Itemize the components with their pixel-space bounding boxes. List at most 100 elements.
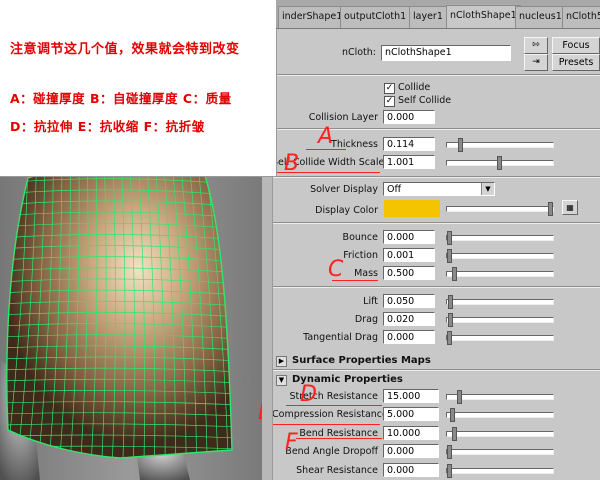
checker-icon: ▦ — [566, 203, 574, 212]
annotation-letter-a: A — [318, 124, 334, 149]
friction-label: Friction — [343, 250, 378, 261]
slider-thumb[interactable] — [452, 427, 457, 441]
node-name-field[interactable]: nClothShape1 — [381, 45, 511, 61]
collide-label: Collide — [398, 82, 431, 93]
shear-resistance-slider[interactable] — [446, 464, 554, 478]
annotation-underline — [296, 438, 382, 439]
shear-resistance-field[interactable]: 0.000 — [383, 463, 439, 477]
select-arrow-icon: ⇰ — [532, 40, 540, 50]
lift-label: Lift — [363, 296, 378, 307]
slider-thumb[interactable] — [447, 249, 452, 263]
slider-thumb[interactable] — [457, 390, 462, 404]
stretch-resistance-slider[interactable] — [446, 390, 554, 404]
self-collide-label: Self Collide — [398, 95, 452, 106]
slider-thumb[interactable] — [548, 202, 553, 216]
divider — [272, 286, 600, 288]
slider-thumb[interactable] — [448, 313, 453, 327]
note-legend-1: A：碰撞厚度 B：自碰撞厚度 C：质量 — [10, 91, 232, 106]
compression-resistance-field[interactable]: 5.000 — [383, 407, 439, 421]
tab-ncloth5[interactable]: nCloth5 — [562, 6, 600, 28]
note-legend-2: D：抗拉伸 E：抗收缩 F：抗折皱 — [10, 119, 205, 134]
thickness-field[interactable]: 0.114 — [383, 137, 435, 151]
stretch-resistance-label: Stretch Resistance — [289, 391, 378, 402]
divider — [272, 74, 600, 76]
mass-label: Mass — [354, 268, 378, 279]
bend-angle-dropoff-field[interactable]: 0.000 — [383, 444, 439, 458]
solver-display-label: Solver Display — [310, 184, 378, 195]
node-name-label: nCloth: — [341, 47, 376, 58]
annotation-letter-f: F — [285, 430, 298, 455]
slider-thumb[interactable] — [447, 445, 452, 459]
drag-field[interactable]: 0.020 — [383, 312, 435, 326]
drag-label: Drag — [354, 314, 378, 325]
annotation-letter-c: C — [328, 257, 344, 282]
mass-slider[interactable] — [446, 267, 554, 281]
tab-bindershape[interactable]: inderShape1 — [278, 6, 347, 28]
tangential-drag-slider[interactable] — [446, 331, 554, 345]
focus-arrow-button[interactable]: ⇰ — [524, 37, 548, 54]
chevron-down-icon[interactable]: ▼ — [276, 375, 287, 386]
divider — [272, 369, 600, 371]
thickness-slider[interactable] — [446, 138, 554, 152]
display-color-slider[interactable] — [446, 202, 554, 216]
bend-resistance-slider[interactable] — [446, 427, 554, 441]
chevron-right-icon[interactable]: ▶ — [276, 356, 287, 367]
display-color-swatch[interactable] — [384, 200, 440, 217]
friction-slider[interactable] — [446, 249, 554, 263]
lift-field[interactable]: 0.050 — [383, 294, 435, 308]
compression-resistance-label: Compression Resistance — [272, 409, 388, 420]
self-width-slider[interactable] — [446, 156, 554, 170]
tab-nucleus[interactable]: nucleus1 — [515, 6, 566, 28]
mass-field[interactable]: 0.500 — [383, 266, 435, 280]
self-collide-checkbox[interactable]: ✓ — [384, 96, 395, 107]
divider — [272, 222, 600, 224]
tangential-drag-field[interactable]: 0.000 — [383, 330, 435, 344]
bend-resistance-field[interactable]: 10.000 — [383, 426, 439, 440]
shear-resistance-label: Shear Resistance — [296, 465, 378, 476]
bounce-slider[interactable] — [446, 231, 554, 245]
tab-outputcloth[interactable]: outputCloth1 — [340, 6, 411, 28]
node-tab-bar: inderShape1 outputCloth1 layer1 nClothSh… — [276, 0, 600, 29]
collide-checkbox[interactable]: ✓ — [384, 83, 395, 94]
presets-arrow-button[interactable]: ⇥ — [524, 54, 548, 71]
collision-layer-field[interactable]: 0.000 — [383, 110, 435, 124]
annotation-note: 注意调节这几个值，效果就会特到改变 A：碰撞厚度 B：自碰撞厚度 C：质量 D：… — [0, 0, 277, 177]
tab-layer[interactable]: layer1 — [409, 6, 447, 28]
slider-thumb[interactable] — [448, 295, 453, 309]
annotation-underline — [332, 280, 378, 281]
bounce-field[interactable]: 0.000 — [383, 230, 435, 244]
slider-thumb[interactable] — [497, 156, 502, 170]
bend-angle-dropoff-slider[interactable] — [446, 445, 554, 459]
compression-resistance-slider[interactable] — [446, 408, 554, 422]
slider-thumb[interactable] — [450, 408, 455, 422]
solver-display-value: Off — [387, 184, 402, 195]
note-title: 注意调节这几个值，效果就会特到改变 — [10, 42, 240, 57]
presets-button[interactable]: Presets — [552, 54, 600, 71]
surface-properties-maps-section[interactable]: ▶ Surface Properties Maps — [272, 353, 600, 369]
annotation-underline — [262, 424, 380, 425]
dynamic-properties-section[interactable]: ▼ Dynamic Properties — [272, 372, 600, 388]
tangential-drag-label: Tangential Drag — [303, 332, 378, 343]
slider-thumb[interactable] — [458, 138, 463, 152]
slider-thumb[interactable] — [447, 331, 452, 345]
slider-thumb[interactable] — [447, 464, 452, 478]
tab-nclothshape[interactable]: nClothShape1 — [446, 5, 521, 28]
annotation-underline — [306, 149, 346, 150]
focus-button[interactable]: Focus — [552, 37, 600, 54]
collision-layer-label: Collision Layer — [308, 112, 378, 123]
slider-thumb[interactable] — [452, 267, 457, 281]
presets-arrow-icon: ⇥ — [532, 57, 540, 67]
color-map-button[interactable]: ▦ — [562, 200, 578, 215]
section-title: Surface Properties Maps — [292, 355, 431, 366]
chevron-down-icon: ▼ — [481, 183, 494, 195]
solver-display-dropdown[interactable]: Off ▼ — [383, 182, 495, 196]
slider-thumb[interactable] — [447, 231, 452, 245]
friction-field[interactable]: 0.001 — [383, 248, 435, 262]
annotation-letter-d: D — [300, 382, 317, 407]
lift-slider[interactable] — [446, 295, 554, 309]
self-width-field[interactable]: 1.001 — [383, 155, 435, 169]
annotation-underline — [270, 172, 380, 173]
bounce-label: Bounce — [342, 232, 378, 243]
drag-slider[interactable] — [446, 313, 554, 327]
stretch-resistance-field[interactable]: 15.000 — [383, 389, 439, 403]
